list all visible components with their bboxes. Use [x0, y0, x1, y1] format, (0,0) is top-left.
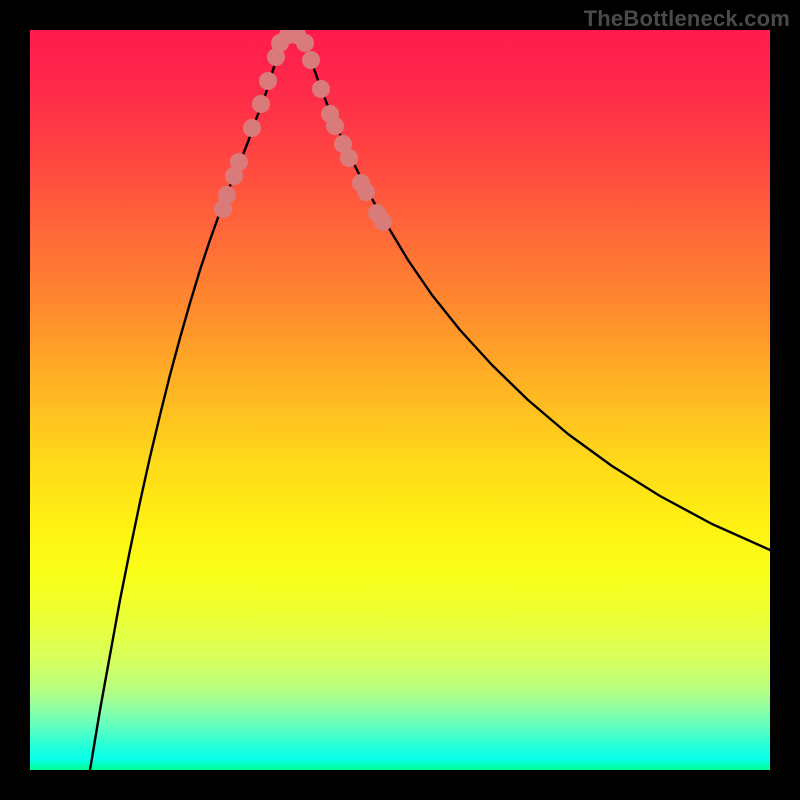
- marker-dot: [302, 51, 320, 69]
- bottleneck-curve-path: [90, 34, 770, 770]
- plot-area: [30, 30, 770, 770]
- marker-dot: [326, 117, 344, 135]
- marker-dot: [243, 119, 261, 137]
- marker-dot: [230, 153, 248, 171]
- watermark-text: TheBottleneck.com: [584, 6, 790, 32]
- marker-dot: [252, 95, 270, 113]
- chart-frame: TheBottleneck.com: [0, 0, 800, 800]
- marker-dot: [312, 80, 330, 98]
- marker-dot: [374, 213, 392, 231]
- curve-svg: [30, 30, 770, 770]
- marker-dot: [340, 149, 358, 167]
- marker-dot: [259, 72, 277, 90]
- marker-dot: [357, 183, 375, 201]
- marker-dots: [214, 30, 392, 231]
- bottleneck-curve: [90, 34, 770, 770]
- marker-dot: [296, 34, 314, 52]
- marker-dot: [218, 186, 236, 204]
